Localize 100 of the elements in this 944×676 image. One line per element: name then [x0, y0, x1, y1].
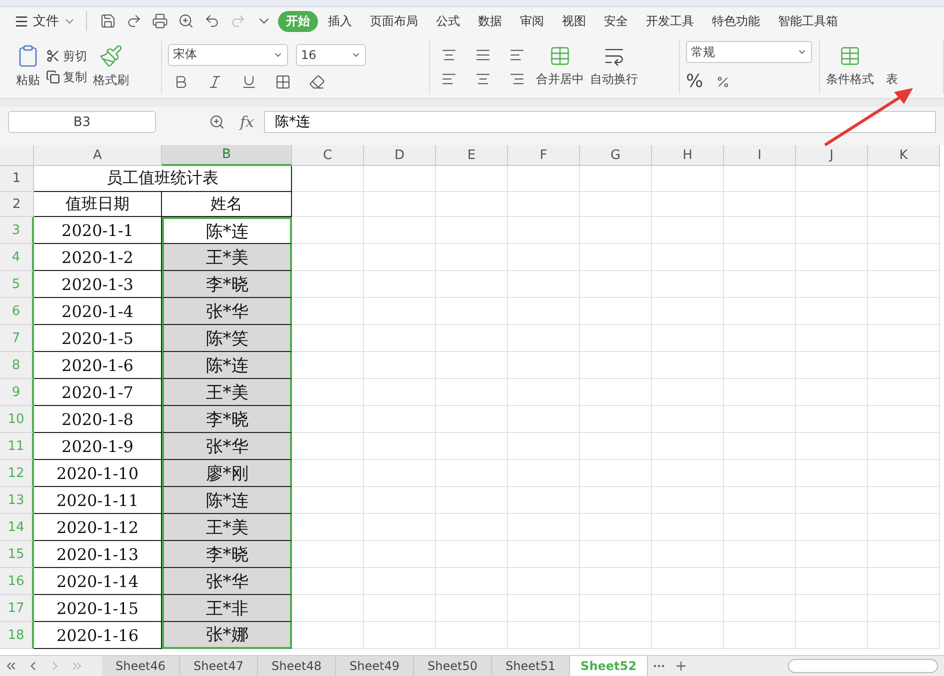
table-cell — [364, 298, 436, 325]
file-menu[interactable]: 文件 — [14, 11, 87, 31]
function-label[interactable]: fx — [240, 113, 254, 131]
table-cell — [364, 166, 436, 192]
table-cell — [652, 271, 724, 298]
format-painter-button[interactable]: 格式刷 — [93, 44, 129, 89]
column-header[interactable]: B — [162, 145, 292, 166]
font-size-field[interactable]: 16 — [296, 44, 366, 66]
column-header[interactable]: E — [436, 145, 508, 166]
table-cell: 王*美 — [162, 379, 292, 406]
table-cell — [436, 166, 508, 192]
borders-icon[interactable] — [275, 74, 291, 90]
table-cell — [796, 298, 868, 325]
table-icon[interactable] — [839, 45, 861, 67]
underline-icon[interactable] — [241, 74, 257, 90]
column-header[interactable]: K — [868, 145, 940, 166]
table-cell — [796, 514, 868, 541]
table-style-button[interactable]: 表 — [886, 71, 898, 88]
zoom-icon[interactable] — [209, 114, 225, 130]
print-icon[interactable] — [152, 13, 168, 29]
sheet-tab[interactable]: Sheet50 — [414, 656, 492, 676]
table-cell: 李*晓 — [162, 406, 292, 433]
table-cell — [724, 325, 796, 352]
column-header[interactable]: D — [364, 145, 436, 166]
ribbon-tab[interactable]: 特色功能 — [704, 10, 768, 32]
copy-icon[interactable] — [46, 70, 60, 84]
table-cell — [868, 298, 940, 325]
column-header[interactable]: C — [292, 145, 364, 166]
column-header[interactable]: F — [508, 145, 580, 166]
table-cell — [580, 541, 652, 568]
table-cell — [436, 568, 508, 595]
table-cell — [868, 325, 940, 352]
number-format-field[interactable]: 常规 — [686, 41, 812, 63]
paste-button[interactable]: 粘贴 — [16, 44, 40, 89]
italic-icon[interactable] — [207, 74, 223, 90]
table-cell — [724, 514, 796, 541]
table-cell — [292, 622, 364, 649]
copy-button[interactable]: 复制 — [46, 68, 87, 86]
ribbon-tab[interactable]: 开发工具 — [638, 10, 702, 32]
table-cell — [796, 166, 868, 192]
font-field[interactable]: 宋体 — [168, 44, 288, 66]
table-cell — [580, 217, 652, 244]
table-cell — [508, 352, 580, 379]
table-cell — [724, 541, 796, 568]
formula-field[interactable]: 陈*连 — [264, 111, 936, 133]
table-icon[interactable] — [549, 45, 571, 67]
table-cell — [364, 541, 436, 568]
table-cell — [652, 568, 724, 595]
table-cell — [508, 325, 580, 352]
table-cell — [364, 244, 436, 271]
column-header[interactable]: J — [796, 145, 868, 166]
sheet-tab[interactable]: Sheet49 — [336, 656, 414, 676]
table-cell — [868, 460, 940, 487]
table-cell — [292, 379, 364, 406]
sheet-tab[interactable]: Sheet51 — [492, 656, 570, 676]
wrap-text-button[interactable]: 自动换行 — [590, 45, 638, 88]
name-box[interactable]: B3 — [8, 111, 156, 133]
undo-icon[interactable] — [204, 13, 220, 29]
conditional-format-button[interactable]: 条件格式 — [826, 45, 874, 88]
eraser-icon[interactable] — [309, 74, 325, 90]
row-header[interactable]: 2 — [0, 192, 34, 217]
menu-icon[interactable] — [14, 14, 29, 28]
table-cell — [364, 192, 436, 217]
merge-center-button[interactable]: 合并居中 — [536, 45, 584, 88]
table-cell — [292, 568, 364, 595]
sheet-tab[interactable]: Sheet48 — [258, 656, 336, 676]
ribbon-tab[interactable]: 视图 — [554, 10, 594, 32]
table-cell — [508, 406, 580, 433]
table-cell — [364, 622, 436, 649]
ribbon-tab[interactable]: 数据 — [470, 10, 510, 32]
ribbon-tab[interactable]: 公式 — [428, 10, 468, 32]
table-cell — [580, 406, 652, 433]
scissors-icon[interactable] — [46, 49, 60, 63]
ribbon-tab[interactable]: 安全 — [596, 10, 636, 32]
table-cell — [724, 406, 796, 433]
table-cell: 李*晓 — [162, 541, 292, 568]
ribbon-tab[interactable]: 插入 — [320, 10, 360, 32]
ribbon-tab[interactable]: 页面布局 — [362, 10, 426, 32]
add-sheet-icon[interactable] — [674, 659, 688, 673]
horizontal-scrollbar[interactable] — [788, 659, 938, 673]
sheet-tab[interactable]: Sheet46 — [102, 656, 180, 676]
column-header[interactable]: G — [580, 145, 652, 166]
column-header[interactable]: I — [724, 145, 796, 166]
save-icon[interactable] — [100, 13, 116, 29]
sheet-tab[interactable]: Sheet47 — [180, 656, 258, 676]
percent-button[interactable]: % — [686, 71, 704, 92]
table-cell — [724, 568, 796, 595]
table-cell — [436, 541, 508, 568]
row-header[interactable]: 1 — [0, 166, 34, 192]
column-header[interactable]: A — [34, 145, 162, 166]
ribbon-tab[interactable]: 审阅 — [512, 10, 552, 32]
cut-button[interactable]: 剪切 — [46, 48, 87, 64]
table-cell — [652, 244, 724, 271]
table-cell — [436, 271, 508, 298]
ribbon-tab[interactable]: 智能工具箱 — [770, 10, 846, 32]
column-header[interactable]: H — [652, 145, 724, 166]
table-cell — [724, 352, 796, 379]
paintbrush-icon[interactable] — [99, 44, 123, 68]
print-preview-icon[interactable] — [178, 13, 194, 29]
table-cell — [292, 595, 364, 622]
